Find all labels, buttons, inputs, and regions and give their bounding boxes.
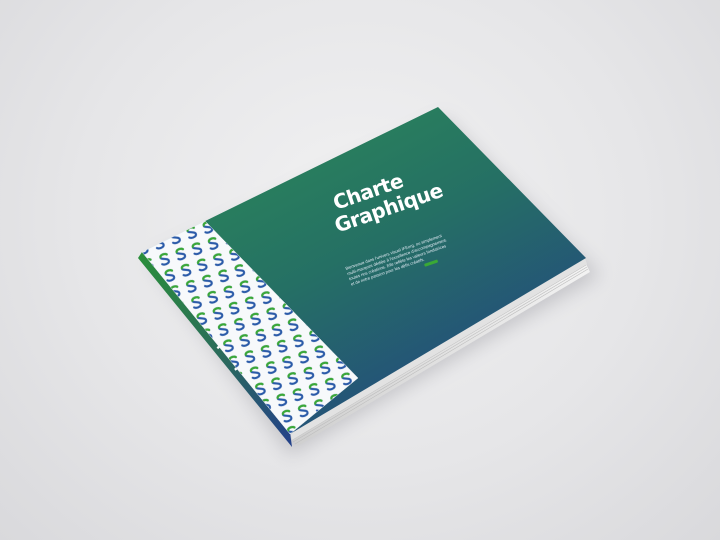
- book-mockup: Charte Graphique Charte Graphique Bienve…: [138, 107, 600, 455]
- book-mockup-scene: Charte Graphique Charte Graphique Bienve…: [0, 0, 720, 540]
